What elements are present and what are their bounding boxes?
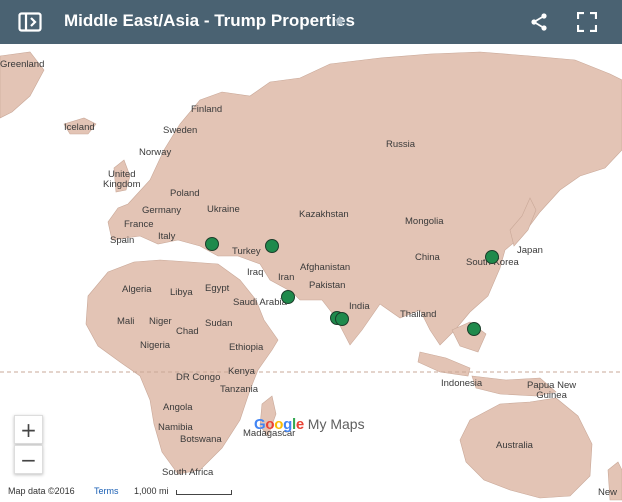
google-logo: Google — [254, 416, 304, 433]
label-egypt: Egypt — [205, 283, 230, 294]
label-papua-new-guinea: Papua New Guinea — [527, 380, 577, 401]
map-title: Middle East/Asia - Trump Properties — [64, 11, 355, 30]
label-libya: Libya — [170, 287, 193, 298]
label-chad: Chad — [176, 326, 199, 337]
map-data-attribution: Map data ©2016 — [8, 486, 75, 496]
label-spain: Spain — [110, 235, 135, 246]
location-marker[interactable] — [335, 312, 349, 326]
label-iraq: Iraq — [247, 267, 264, 278]
location-marker[interactable] — [467, 322, 481, 336]
label-japan: Japan — [517, 245, 543, 256]
label-finland: Finland — [191, 104, 223, 115]
scale-bar — [176, 490, 232, 495]
label-united-kingdom: United Kingdom — [103, 169, 141, 190]
label-china: China — [415, 252, 440, 263]
my-maps-text: My Maps — [307, 416, 365, 432]
label-south-africa: South Africa — [162, 467, 214, 478]
map-canvas[interactable]: Greenland Iceland Finland Sweden Norway … — [0, 44, 622, 502]
label-iceland: Iceland — [64, 122, 95, 133]
label-australia: Australia — [496, 440, 533, 451]
zoom-in-button[interactable]: + — [14, 415, 43, 444]
label-thailand: Thailand — [400, 309, 437, 320]
label-afghanistan: Afghanistan — [300, 262, 351, 273]
label-nigeria: Nigeria — [140, 340, 171, 351]
label-indonesia: Indonesia — [441, 378, 483, 389]
scale-label: 1,000 mi — [134, 486, 169, 496]
label-kenya: Kenya — [228, 366, 255, 377]
label-kazakhstan: Kazakhstan — [299, 209, 349, 220]
label-italy: Italy — [158, 231, 176, 242]
share-icon[interactable] — [527, 10, 551, 34]
location-marker[interactable] — [281, 290, 295, 304]
label-russia: Russia — [386, 139, 416, 150]
label-sweden: Sweden — [163, 125, 198, 136]
terms-link[interactable]: Terms — [94, 486, 119, 496]
label-india: India — [349, 301, 370, 312]
location-marker[interactable] — [265, 239, 279, 253]
google-my-maps-logo: Google My Maps — [254, 416, 365, 433]
label-greenland: Greenland — [0, 59, 45, 70]
label-ethiopia: Ethiopia — [229, 342, 264, 353]
map-landmass — [0, 51, 622, 501]
label-turkey: Turkey — [232, 246, 261, 257]
label-niger: Niger — [149, 316, 172, 327]
location-marker[interactable] — [485, 250, 499, 264]
location-marker[interactable] — [205, 237, 219, 251]
label-algeria: Algeria — [122, 284, 152, 295]
sidebar-toggle-icon[interactable] — [18, 10, 42, 34]
label-saudi-arabia: Saudi Arabia — [233, 297, 287, 308]
map-header: Middle East/Asia - Trump Properties ★ — [0, 0, 622, 44]
label-pakistan: Pakistan — [309, 280, 346, 291]
label-mali: Mali — [117, 316, 135, 327]
label-norway: Norway — [139, 147, 172, 158]
label-germany: Germany — [142, 205, 182, 216]
label-dr-congo: DR Congo — [176, 372, 221, 383]
label-poland: Poland — [170, 188, 200, 199]
label-tanzania: Tanzania — [220, 384, 259, 395]
label-angola: Angola — [163, 402, 193, 413]
label-mongolia: Mongolia — [405, 216, 444, 227]
label-iran: Iran — [278, 272, 295, 283]
label-botswana: Botswana — [180, 434, 222, 445]
label-france: France — [124, 219, 154, 230]
label-new: New — [598, 487, 618, 498]
fullscreen-icon[interactable] — [575, 10, 599, 34]
label-namibia: Namibia — [158, 422, 193, 433]
zoom-out-button[interactable]: − — [14, 445, 43, 474]
label-ukraine: Ukraine — [207, 204, 240, 215]
label-sudan: Sudan — [205, 318, 233, 329]
star-icon[interactable]: ★ — [333, 12, 346, 30]
